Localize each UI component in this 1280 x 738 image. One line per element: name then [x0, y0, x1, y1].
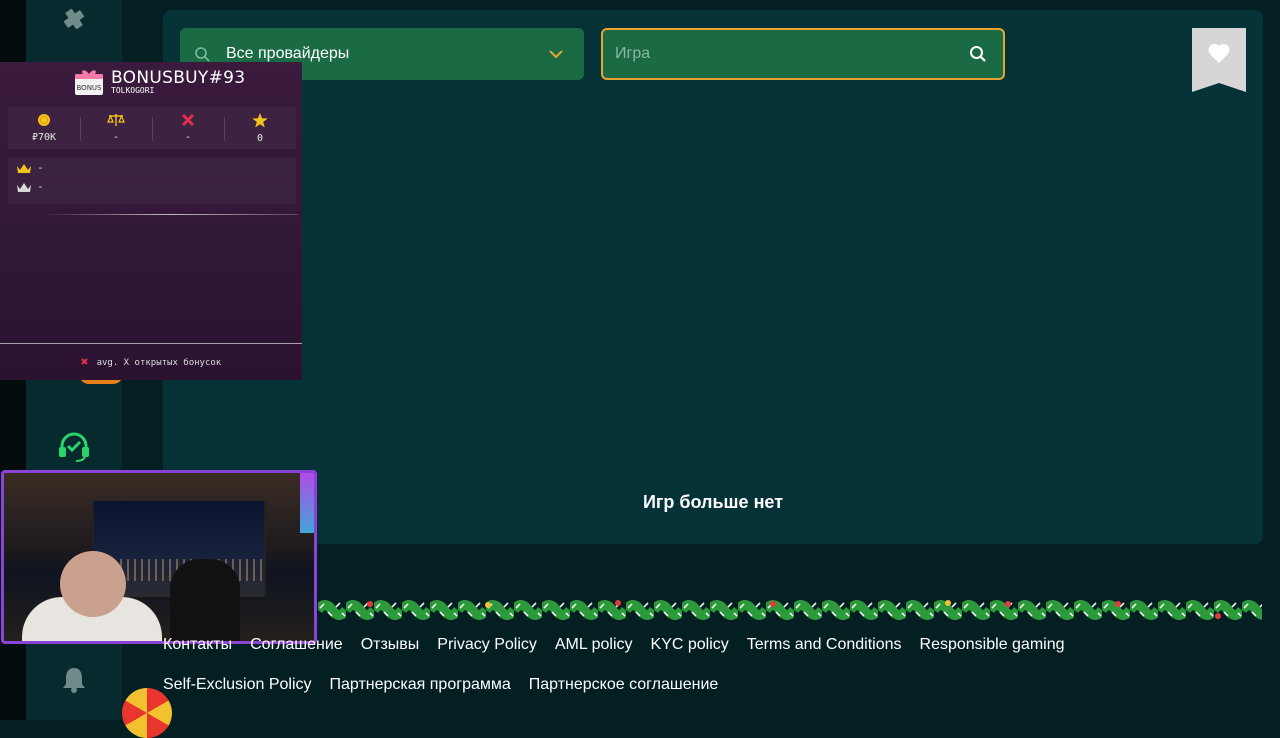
bonus-ranks: - - [8, 158, 296, 204]
footer-link-agreement[interactable]: Соглашение [250, 636, 343, 654]
stat-balance: ₽70K [8, 107, 80, 149]
bonus-hunt-overlay: BONUS BONUSBUY#93 TOLKOGORI ₽70K - - 0 - [0, 62, 302, 380]
stat-best: 0 [224, 107, 296, 149]
footer-link-responsible-gaming[interactable]: Responsible gaming [920, 636, 1065, 654]
best-bonus-row: - [8, 158, 296, 177]
cross-icon [181, 113, 195, 127]
webcam-chair [170, 559, 240, 641]
providers-select-label: Все провайдеры [226, 45, 350, 62]
games-panel [163, 10, 1263, 544]
fortune-wheel-button[interactable] [122, 688, 172, 738]
christmas-garland [318, 598, 1262, 622]
game-search-box [601, 28, 1005, 80]
bell-icon [63, 668, 85, 693]
footer-links-row-2: Self-Exclusion Policy Партнерская програ… [163, 676, 718, 694]
footer-links-row-1: Контакты Соглашение Отзывы Privacy Polic… [163, 636, 1065, 654]
footer-link-contacts[interactable]: Контакты [163, 636, 232, 654]
empty-games-message: Игр больше нет [642, 492, 784, 512]
footer-link-self-exclusion[interactable]: Self-Exclusion Policy [163, 676, 312, 694]
bonus-stats: ₽70K - - 0 [8, 107, 296, 149]
sidebar-item-support[interactable] [26, 428, 122, 464]
sidebar-item-notifications[interactable] [26, 664, 122, 694]
webcam-person-head [60, 551, 126, 617]
scales-icon [107, 114, 125, 126]
footer-link-aml-policy[interactable]: AML policy [555, 636, 633, 654]
game-search-input[interactable] [603, 29, 953, 79]
worst-bonus-row: - [8, 177, 296, 196]
cross-icon: ✖ [80, 355, 89, 370]
footer-link-affiliate-program[interactable]: Партнерская программа [330, 676, 511, 694]
star-icon [252, 112, 268, 127]
bonus-header: BONUS BONUSBUY#93 TOLKOGORI [74, 68, 245, 96]
footer-link-kyc-policy[interactable]: KYC policy [651, 636, 729, 654]
crown-gold-icon [17, 163, 31, 173]
search-button[interactable] [953, 45, 1003, 63]
coin-icon [38, 114, 50, 126]
bonus-divider [40, 214, 298, 215]
bonus-title: BONUSBUY#93 [111, 67, 246, 88]
footer-link-terms[interactable]: Terms and Conditions [747, 636, 902, 654]
bonus-footer: ✖ avg. X открытых бонусок [0, 343, 302, 381]
headset-support-icon [59, 432, 89, 462]
heart-icon [1208, 43, 1230, 63]
bonus-subtitle: TOLKOGORI [111, 85, 155, 95]
chevron-down-icon [549, 50, 563, 59]
footer-link-privacy-policy[interactable]: Privacy Policy [437, 636, 537, 654]
footer-link-reviews[interactable]: Отзывы [361, 636, 420, 654]
webcam-frame-accent [300, 473, 314, 533]
stat-lost: - [152, 107, 224, 149]
search-icon [195, 47, 210, 62]
stat-balance-ratio: - [80, 107, 152, 149]
svg-text:BONUS: BONUS [77, 84, 103, 92]
favorites-button[interactable] [1192, 28, 1246, 92]
search-icon [970, 46, 986, 62]
bonus-gift-logo: BONUS [74, 68, 104, 96]
webcam-overlay [1, 470, 317, 644]
pin-icon [63, 8, 85, 30]
crown-silver-icon [17, 182, 31, 192]
footer-link-affiliate-agreement[interactable]: Партнерское соглашение [529, 676, 719, 694]
sidebar-item-menu[interactable] [26, 4, 122, 34]
